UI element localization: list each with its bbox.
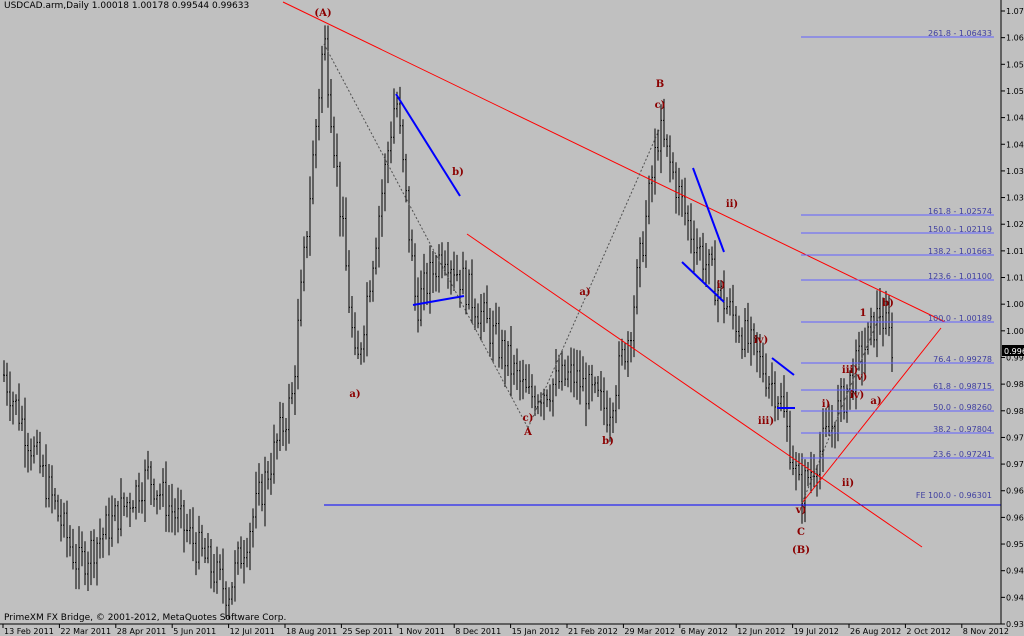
fib-level-label: 76.4 - 0.99278 (933, 355, 992, 364)
fib-level-label: 23.6 - 0.97241 (933, 450, 992, 459)
time-tick-label: 21 Feb 2012 (568, 627, 618, 636)
wave-label: b) (602, 436, 614, 447)
wave-label: c) (655, 100, 666, 111)
fib-level-label: FE 100.0 - 0.96301 (916, 491, 992, 500)
time-tick-label: 15 Jan 2012 (512, 627, 560, 636)
fib-level-label: 123.6 - 1.01100 (928, 272, 992, 281)
fib-level-label: 161.8 - 1.02574 (928, 207, 992, 216)
chart-window[interactable]: 261.8 - 1.06433 161.8 - 1.02574 150.0 - 1.… (0, 0, 1024, 636)
wave-label: a) (349, 389, 360, 400)
time-tick-label: 28 Apr 2011 (117, 627, 166, 636)
time-tick-label: 2 Oct 2012 (906, 627, 950, 636)
wave-label: (B) (792, 545, 810, 556)
fib-level-label: 50.0 - 0.98260 (933, 403, 992, 412)
price-tick-label: 1.04720 (1006, 114, 1024, 123)
price-tick-label: 1.01280 (1006, 274, 1024, 283)
wave-label: v) (795, 505, 807, 516)
wave-label: i) (822, 399, 831, 410)
price-tick-label: 1.02435 (1006, 220, 1024, 229)
wave-label: v) (856, 372, 868, 383)
wave-label: b) (452, 167, 464, 178)
current-price-label: 0.99633 (1004, 347, 1024, 356)
chart-background (0, 0, 1024, 636)
copyright-footer: PrimeXM FX Bridge, © 2001-2012, MetaQuot… (4, 613, 287, 623)
fib-level-label: 261.8 - 1.06433 (928, 29, 992, 38)
time-tick-label: 12 Jun 2012 (737, 627, 785, 636)
time-tick-label: 22 Mar 2011 (60, 627, 111, 636)
price-tick-label: 1.06455 (1006, 34, 1024, 43)
time-tick-label: 13 Feb 2011 (4, 627, 54, 636)
price-tick-label: 0.97815 (1006, 433, 1024, 442)
chart-canvas[interactable]: 261.8 - 1.06433 161.8 - 1.02574 150.0 - 1.… (0, 0, 1024, 636)
fib-level-label: 138.2 - 1.01663 (928, 247, 992, 256)
fib-level-label: 61.8 - 0.98715 (933, 382, 992, 391)
time-tick-label: 19 Jul 2012 (794, 627, 839, 636)
time-tick-label: 25 Sep 2011 (342, 627, 393, 636)
wave-label: (A) (314, 8, 331, 19)
fib-level-label: 150.0 - 1.02119 (928, 225, 992, 234)
time-tick-label: 8 Nov 2012 (963, 627, 1009, 636)
wave-label: 1 (860, 308, 867, 319)
price-tick-label: 0.98970 (1006, 380, 1024, 389)
price-tick-label: 1.05880 (1006, 60, 1024, 69)
price-tick-label: 1.07040 (1006, 7, 1024, 16)
price-tick-label: 0.95520 (1006, 540, 1024, 549)
wave-label: C (797, 527, 805, 538)
price-tick-label: 0.94950 (1006, 567, 1024, 576)
wave-label: iv) (850, 390, 864, 401)
wave-label: A (523, 427, 532, 438)
price-tick-label: 1.00695 (1006, 300, 1024, 309)
wave-label: a) (579, 287, 590, 298)
wave-label: iii) (758, 416, 774, 427)
price-tick-label: 0.94365 (1006, 593, 1024, 602)
time-tick-label: 29 Mar 2012 (624, 627, 675, 636)
price-tick-label: 1.05300 (1006, 87, 1024, 96)
price-tick-label: 1.04160 (1006, 140, 1024, 149)
fib-level-label: 38.2 - 0.97804 (933, 425, 992, 434)
wave-label: iii) (842, 365, 858, 376)
time-tick-label: 6 May 2012 (681, 627, 728, 636)
chart-title: USDCAD.arm,Daily 1.00018 1.00178 0.99544… (4, 1, 250, 11)
wave-label: ii) (842, 478, 854, 489)
price-tick-label: 1.01850 (1006, 247, 1024, 256)
wave-label: ii) (726, 199, 738, 210)
time-tick-label: 12 Jul 2011 (230, 627, 275, 636)
price-tick-label: 0.98400 (1006, 407, 1024, 416)
price-tick-label: 1.03005 (1006, 194, 1024, 203)
wave-label: a) (870, 396, 881, 407)
time-tick-label: 1 Nov 2011 (399, 627, 445, 636)
price-tick-label: 1.00125 (1006, 327, 1024, 336)
wave-label: iv) (754, 335, 768, 346)
time-tick-label: 5 Jun 2011 (173, 627, 216, 636)
fib-level-label: 100.0 - 1.00189 (928, 314, 992, 323)
price-tick-label: 0.96675 (1006, 487, 1024, 496)
time-tick-label: 8 Dec 2011 (455, 627, 501, 636)
price-tick-label: 1.03575 (1006, 167, 1024, 176)
price-tick-label: 0.96090 (1006, 513, 1024, 522)
time-tick-label: 18 Aug 2011 (286, 627, 337, 636)
wave-label: i) (717, 280, 726, 291)
price-tick-label: 0.97245 (1006, 460, 1024, 469)
wave-label: B (656, 79, 664, 90)
time-tick-label: 26 Aug 2012 (850, 627, 901, 636)
wave-label: b) (882, 298, 894, 309)
wave-label: c) (523, 413, 534, 424)
